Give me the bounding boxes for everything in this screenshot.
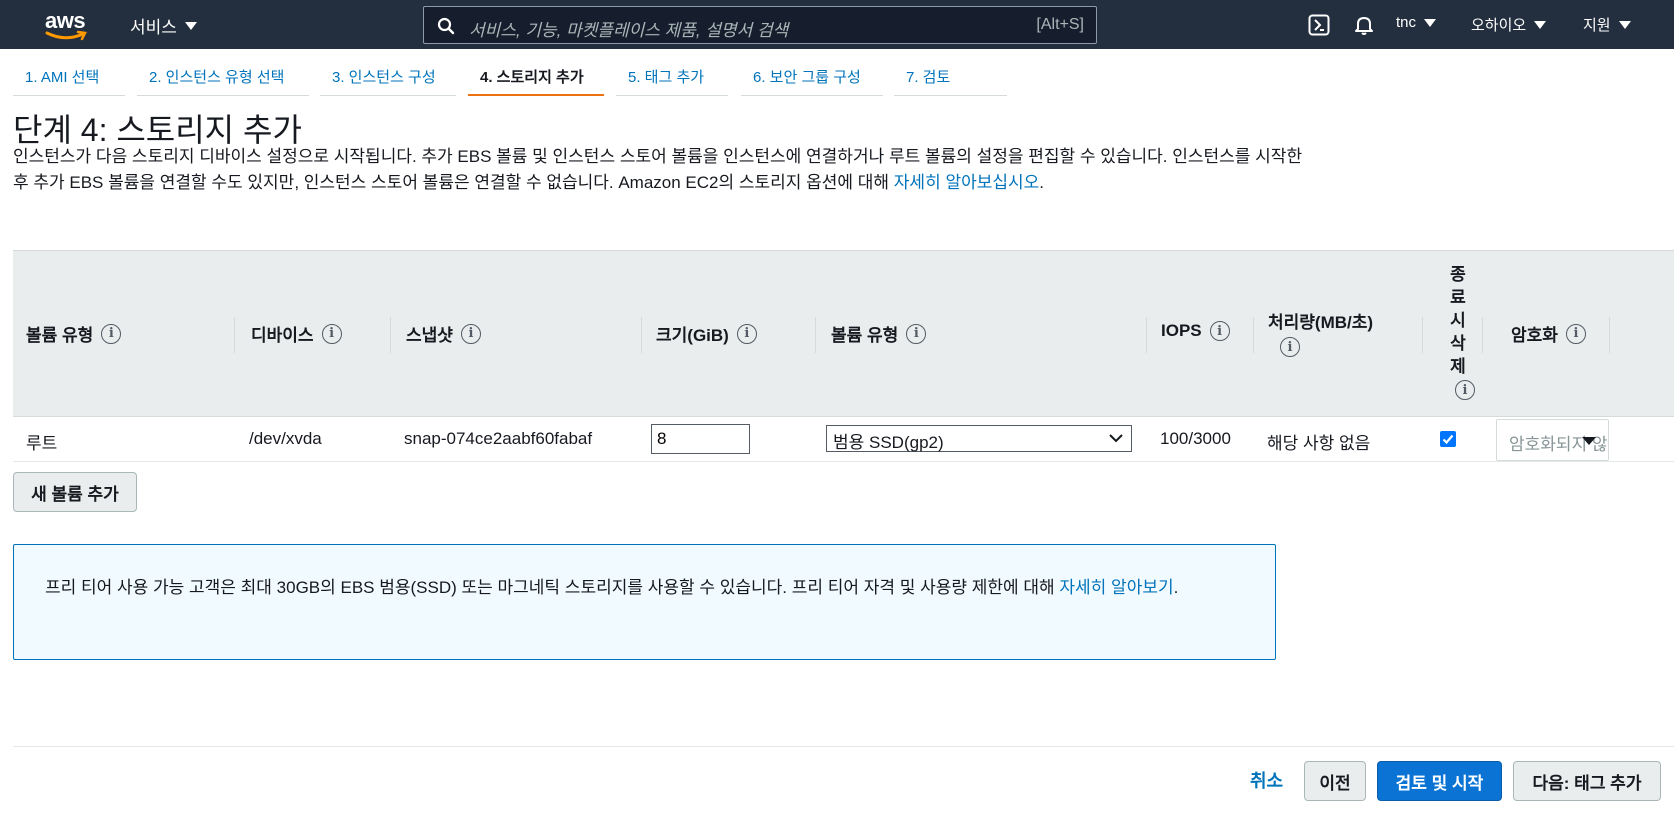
column-divider xyxy=(815,317,816,353)
description-end: . xyxy=(1039,173,1045,192)
header-snapshot: 스냅샷 i xyxy=(406,321,481,346)
next-add-tags-button[interactable]: 다음: 태그 추가 xyxy=(1513,761,1661,801)
aws-smile-icon xyxy=(45,30,87,41)
checkmark-icon xyxy=(1442,434,1454,445)
column-divider xyxy=(390,317,391,353)
cell-volume-type: 루트 xyxy=(26,434,58,453)
aws-logo[interactable]: aws xyxy=(45,8,95,42)
header-size: 크기(GiB) i xyxy=(656,321,757,346)
storage-table-header: 볼륨 유형 i 디바이스 i 스냅샷 i 크기(GiB) i 볼륨 유형 i I… xyxy=(13,250,1674,417)
info-icon[interactable]: i xyxy=(101,323,122,344)
search-placeholder: 서비스, 기능, 마켓플레이스 제품, 설명서 검색 xyxy=(469,21,789,40)
cell-snapshot: snap-074ce2aabf60fabaf xyxy=(404,429,593,448)
cell-device: /dev/xvda xyxy=(249,429,322,448)
header-label: 볼륨 유형 xyxy=(26,326,94,345)
free-tier-info-box: 프리 티어 사용 가능 고객은 최대 30GB의 EBS 범용(SSD) 또는 … xyxy=(13,544,1276,660)
info-icon[interactable]: i xyxy=(321,323,342,344)
header-delete-on-termination: 종료 시 삭제 i xyxy=(1438,263,1478,400)
header-device: 디바이스 i xyxy=(251,321,342,346)
info-icon[interactable]: i xyxy=(736,323,757,344)
free-tier-learn-more-link[interactable]: 자세히 알아보기 xyxy=(1059,578,1173,597)
header-throughput: 처리량(MB/초) i xyxy=(1268,308,1408,357)
encryption-select[interactable]: 암호화되지 않음 xyxy=(1496,419,1609,461)
free-tier-end: . xyxy=(1173,578,1179,597)
caret-down-icon xyxy=(1424,18,1437,27)
header-label: 디바이스 xyxy=(251,326,314,345)
cell-throughput: 해당 사항 없음 xyxy=(1267,434,1371,453)
free-tier-text: 프리 티어 사용 가능 고객은 최대 30GB의 EBS 범용(SSD) 또는 … xyxy=(45,575,1245,601)
header-iops: IOPS i xyxy=(1161,321,1230,341)
cloudshell-icon[interactable] xyxy=(1308,14,1330,36)
column-divider xyxy=(1482,317,1483,353)
tab-add-storage[interactable]: 4. 스토리지 추가 xyxy=(468,58,604,96)
top-navigation: aws 서비스 서비스, 기능, 마켓플레이스 제품, 설명서 검색 [Alt+… xyxy=(0,0,1674,49)
tab-add-tags[interactable]: 5. 태그 추가 xyxy=(616,58,728,96)
info-icon[interactable]: i xyxy=(1280,337,1300,357)
header-label: 종료 시 삭제 xyxy=(1450,265,1466,376)
header-label: 암호화 xyxy=(1511,326,1558,345)
account-label: tnc xyxy=(1396,14,1417,31)
header-volume-type: 볼륨 유형 i xyxy=(26,321,122,346)
services-menu[interactable]: 서비스 xyxy=(130,13,197,38)
tab-review[interactable]: 7. 검토 xyxy=(894,58,1007,96)
header-volume-kind: 볼륨 유형 i xyxy=(831,321,927,346)
tab-configure-instance[interactable]: 3. 인스턴스 구성 xyxy=(320,58,456,96)
info-icon[interactable]: i xyxy=(460,323,481,344)
info-icon[interactable]: i xyxy=(1209,321,1230,341)
account-menu[interactable]: tnc xyxy=(1396,14,1437,31)
free-tier-message: 프리 티어 사용 가능 고객은 최대 30GB의 EBS 범용(SSD) 또는 … xyxy=(45,578,1060,597)
caret-down-icon xyxy=(1582,437,1596,445)
column-divider xyxy=(1422,317,1423,353)
region-menu[interactable]: 오하이오 xyxy=(1471,14,1547,35)
column-divider xyxy=(234,317,235,353)
chevron-down-icon xyxy=(1109,434,1123,443)
header-encryption: 암호화 i xyxy=(1511,321,1586,346)
column-divider xyxy=(1253,317,1254,353)
previous-button[interactable]: 이전 xyxy=(1304,761,1366,801)
region-label: 오하이오 xyxy=(1471,17,1527,34)
description-text: 인스턴스가 다음 스토리지 디바이스 설정으로 시작됩니다. 추가 EBS 볼륨… xyxy=(13,147,1303,192)
bell-icon[interactable] xyxy=(1353,14,1375,36)
search-shortcut: [Alt+S] xyxy=(1036,16,1084,33)
learn-more-storage-link[interactable]: 자세히 알아보십시오 xyxy=(894,173,1039,192)
search-icon xyxy=(437,17,455,35)
size-input[interactable] xyxy=(651,424,750,454)
header-label: 크기(GiB) xyxy=(656,326,729,345)
header-label: 스냅샷 xyxy=(406,326,453,345)
caret-down-icon xyxy=(1618,20,1631,29)
table-row: 루트 /dev/xvda snap-074ce2aabf60fabaf 범용 S… xyxy=(13,417,1674,462)
tab-security-group[interactable]: 6. 보안 그룹 구성 xyxy=(741,58,883,96)
support-menu[interactable]: 지원 xyxy=(1583,14,1631,35)
tab-ami[interactable]: 1. AMI 선택 xyxy=(13,58,125,96)
cancel-link[interactable]: 취소 xyxy=(1250,767,1283,793)
header-label: 볼륨 유형 xyxy=(831,326,899,345)
tab-instance-type[interactable]: 2. 인스턴스 유형 선택 xyxy=(137,58,309,96)
volume-type-select[interactable]: 범용 SSD(gp2) xyxy=(826,425,1132,452)
footer-divider xyxy=(13,746,1674,747)
services-label: 서비스 xyxy=(130,18,177,37)
support-label: 지원 xyxy=(1583,17,1611,34)
column-divider xyxy=(1609,317,1610,353)
review-and-launch-button[interactable]: 검토 및 시작 xyxy=(1377,761,1502,801)
page-description: 인스턴스가 다음 스토리지 디바이스 설정으로 시작됩니다. 추가 EBS 볼륨… xyxy=(13,144,1303,196)
caret-down-icon xyxy=(1534,20,1547,29)
delete-on-termination-checkbox[interactable] xyxy=(1440,431,1456,447)
info-icon[interactable]: i xyxy=(906,323,927,344)
caret-down-icon xyxy=(184,21,197,30)
column-divider xyxy=(641,317,642,353)
header-label: 처리량(MB/초) xyxy=(1268,313,1374,332)
info-icon[interactable]: i xyxy=(1565,323,1586,344)
column-divider xyxy=(1146,317,1147,353)
header-label: IOPS xyxy=(1161,321,1202,340)
cell-iops: 100/3000 xyxy=(1160,429,1231,448)
search-box[interactable]: 서비스, 기능, 마켓플레이스 제품, 설명서 검색 [Alt+S] xyxy=(423,6,1097,44)
add-volume-button[interactable]: 새 볼륨 추가 xyxy=(13,472,137,512)
info-icon[interactable]: i xyxy=(1455,380,1475,400)
volume-type-value: 범용 SSD(gp2) xyxy=(833,433,944,452)
